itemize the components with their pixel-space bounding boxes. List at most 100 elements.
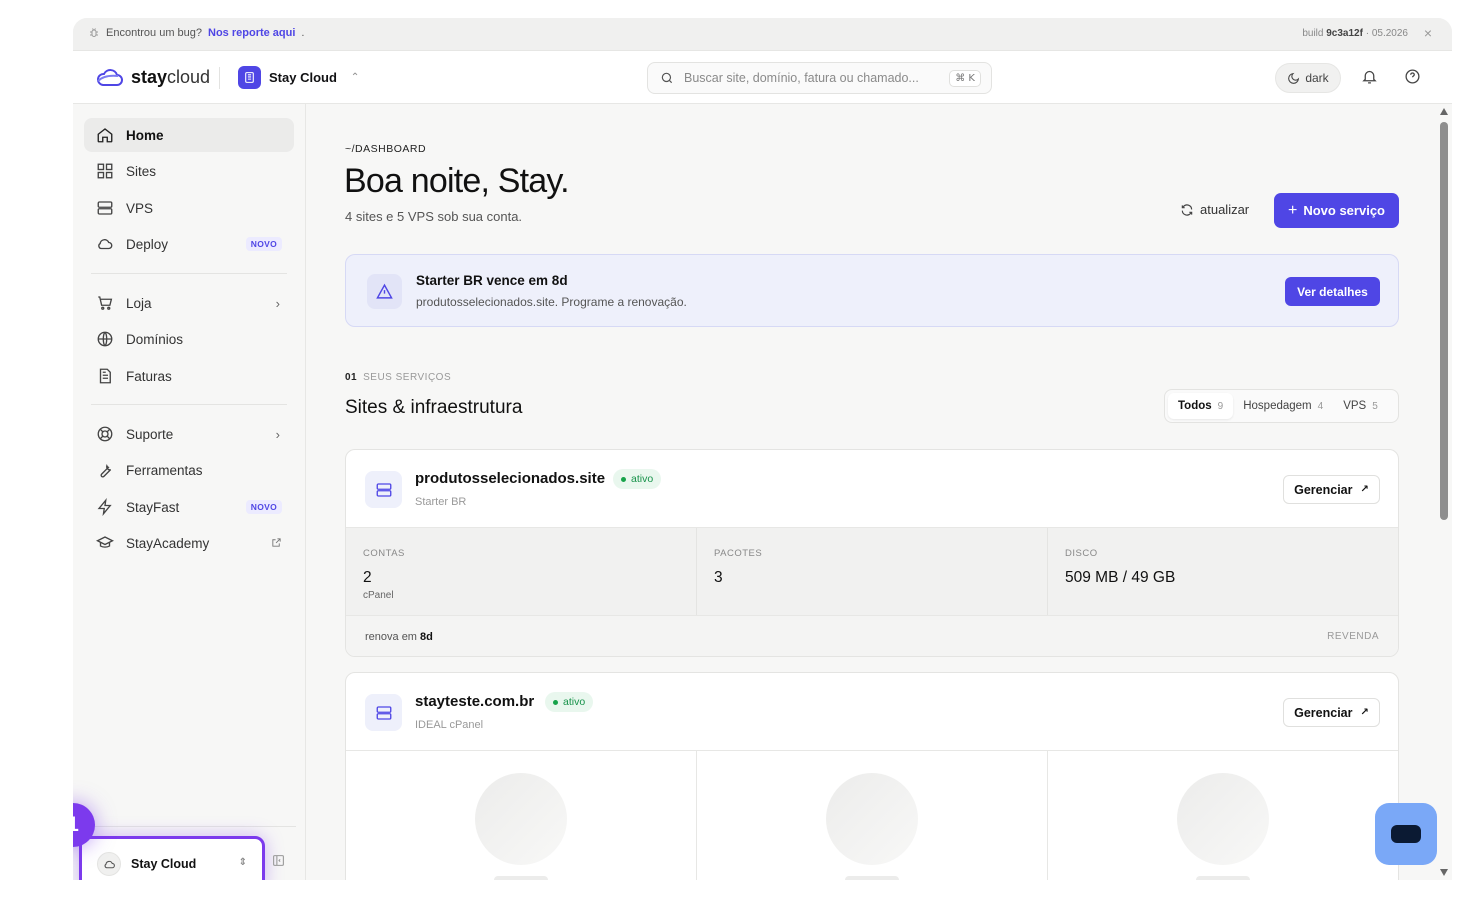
view-details-button[interactable]: Ver detalhes bbox=[1285, 277, 1380, 306]
sidebar-item-label: Loja bbox=[126, 295, 152, 311]
main-scrollbar[interactable] bbox=[1437, 108, 1451, 880]
account-summary: 4 sites e 5 VPS sob sua conta. bbox=[345, 209, 523, 224]
new-service-label: Novo serviço bbox=[1303, 203, 1385, 218]
build-date: · 05.2026 bbox=[1365, 28, 1408, 39]
skeleton-placeholder bbox=[346, 751, 697, 880]
sidebar-item-sites[interactable]: Sites bbox=[84, 154, 294, 188]
stat-label: DISCO bbox=[1065, 548, 1098, 559]
filter-count: 5 bbox=[1372, 400, 1378, 412]
org-switcher-label: Stay Cloud bbox=[131, 857, 197, 871]
stat-value: 509 MB / 49 GB bbox=[1065, 569, 1176, 586]
skeleton-placeholder bbox=[1048, 751, 1398, 880]
sidebar-item-stayfast[interactable]: StayFast NOVO bbox=[84, 490, 294, 524]
stat-contas: CONTAS 2 cPanel bbox=[346, 528, 697, 615]
service-card: produtosselecionados.site ativo Starter … bbox=[345, 449, 1399, 657]
manage-label: Gerenciar bbox=[1294, 705, 1353, 720]
new-badge: NOVO bbox=[245, 237, 282, 251]
stat-note: cPanel bbox=[363, 590, 394, 601]
section-kicker-text: SEUS SERVIÇOS bbox=[363, 372, 452, 383]
chevron-updown-icon: ⇕ bbox=[238, 857, 247, 868]
help-icon[interactable] bbox=[1404, 68, 1421, 85]
filter-tab-vps[interactable]: VPS 5 bbox=[1333, 393, 1388, 419]
sidebar-item-deploy[interactable]: Deploy NOVO bbox=[84, 227, 294, 261]
service-name[interactable]: stayteste.com.br bbox=[415, 693, 534, 710]
org-switcher-button[interactable]: Stay Cloud ⇕ bbox=[89, 845, 255, 880]
sidebar-item-label: Suporte bbox=[126, 426, 174, 442]
grid-icon bbox=[97, 163, 113, 179]
invoice-icon bbox=[99, 368, 111, 384]
service-card-footer: renova em 8d REVENDA bbox=[346, 615, 1398, 656]
service-type: REVENDA bbox=[1327, 631, 1379, 642]
chevron-updown-icon: ⌃ bbox=[350, 72, 360, 83]
service-stats: CONTAS 2 cPanel PACOTES 3 DISCO 509 MB /… bbox=[346, 528, 1398, 615]
stat-disco: DISCO 509 MB / 49 GB bbox=[1048, 528, 1398, 615]
filter-label: VPS bbox=[1343, 400, 1367, 412]
bell-icon[interactable] bbox=[1361, 68, 1378, 85]
sidebar-item-suporte[interactable]: Suporte › bbox=[84, 417, 294, 451]
breadcrumb: ~/DASHBOARD bbox=[345, 143, 427, 155]
app-window: Encontrou um bug? Nos reporte aqui . bui… bbox=[73, 18, 1452, 880]
service-name[interactable]: produtosselecionados.site bbox=[415, 470, 605, 487]
manage-button[interactable]: Gerenciar ↗ bbox=[1283, 698, 1380, 727]
status-badge: ativo bbox=[545, 692, 594, 712]
bug-report-link[interactable]: Nos reporte aqui bbox=[208, 27, 295, 39]
collapse-sidebar-icon[interactable] bbox=[272, 854, 285, 867]
service-card-header: produtosselecionados.site ativo Starter … bbox=[346, 450, 1398, 528]
scroll-up-arrow-icon[interactable] bbox=[1440, 108, 1448, 115]
filter-label: Hospedagem bbox=[1243, 400, 1312, 412]
alert-text: produtosselecionados.site. Programe a re… bbox=[416, 295, 687, 309]
filter-count: 4 bbox=[1317, 400, 1324, 412]
sidebar-item-dominios[interactable]: Domínios bbox=[84, 322, 294, 356]
status-label: ativo bbox=[631, 473, 654, 485]
moon-icon bbox=[1288, 72, 1300, 84]
renewal-alert: Starter BR vence em 8d produtosseleciona… bbox=[345, 254, 1399, 327]
filter-tab-todos[interactable]: Todos 9 bbox=[1168, 393, 1234, 419]
bug-report-banner: Encontrou um bug? Nos reporte aqui . bui… bbox=[73, 18, 1452, 51]
status-label: ativo bbox=[563, 696, 586, 708]
org-switcher-highlight: Stay Cloud ⇕ bbox=[79, 836, 265, 880]
logo-text-bold: stay bbox=[131, 67, 168, 87]
service-card: stayteste.com.br ativo IDEAL cPanel Gere… bbox=[345, 672, 1399, 880]
sidebar-divider bbox=[91, 404, 287, 405]
org-selector[interactable]: Stay Cloud ⌃ bbox=[238, 66, 359, 89]
sidebar-item-ferramentas[interactable]: Ferramentas bbox=[84, 453, 294, 487]
org-badge-icon bbox=[238, 66, 261, 89]
section-title: Sites & infraestrutura bbox=[345, 397, 523, 418]
theme-toggle-button[interactable]: dark bbox=[1275, 63, 1341, 93]
cloud-logo-icon bbox=[97, 68, 123, 86]
sidebar-item-faturas[interactable]: Faturas bbox=[84, 359, 294, 393]
scroll-down-arrow-icon[interactable] bbox=[1440, 869, 1448, 876]
filter-tab-hospedagem[interactable]: Hospedagem 4 bbox=[1233, 393, 1333, 419]
sidebar-item-loja[interactable]: Loja › bbox=[84, 286, 294, 320]
section-kicker: 01 SEUS SERVIÇOS bbox=[345, 372, 451, 383]
sidebar-item-stayacademy[interactable]: StayAcademy bbox=[84, 526, 294, 560]
service-plan: Starter BR bbox=[415, 496, 467, 508]
banner-close-button[interactable]: × bbox=[1424, 25, 1432, 41]
sidebar-bottom-divider bbox=[84, 826, 296, 827]
server-icon bbox=[97, 201, 113, 215]
sidebar-item-label: StayAcademy bbox=[126, 535, 210, 551]
sidebar-item-vps[interactable]: VPS bbox=[84, 191, 294, 225]
sidebar: Home Sites VPS Deploy NOVO Loja › Domíni… bbox=[73, 104, 306, 880]
manage-button[interactable]: Gerenciar ↗ bbox=[1283, 475, 1380, 504]
renewal-prefix: renova em bbox=[365, 631, 417, 643]
theme-label: dark bbox=[1305, 71, 1329, 85]
stat-label: PACOTES bbox=[714, 548, 763, 559]
scrollbar-thumb[interactable] bbox=[1440, 122, 1448, 520]
new-service-button[interactable]: + Novo serviço bbox=[1274, 193, 1399, 228]
stat-value: 2 bbox=[363, 569, 372, 586]
refresh-button[interactable]: atualizar bbox=[1180, 202, 1249, 217]
filter-label: Todos bbox=[1178, 400, 1212, 412]
status-badge: ativo bbox=[613, 469, 662, 489]
external-link-icon bbox=[271, 537, 282, 548]
sidebar-item-label: Faturas bbox=[126, 368, 172, 384]
search-shortcut: ⌘ K bbox=[949, 69, 981, 87]
staycloud-logo[interactable]: staycloud bbox=[95, 67, 210, 88]
build-info: build 9c3a12f · 05.2026 bbox=[1302, 28, 1408, 39]
chat-widget-button[interactable] bbox=[1375, 803, 1437, 865]
chat-bubble-icon bbox=[1391, 825, 1421, 843]
sidebar-item-home[interactable]: Home bbox=[84, 118, 294, 152]
search-input[interactable]: Buscar site, domínio, fatura ou chamado.… bbox=[647, 62, 992, 94]
service-filter-tabs: Todos 9 Hospedagem 4 VPS 5 bbox=[1164, 389, 1399, 423]
service-card-header: stayteste.com.br ativo IDEAL cPanel Gere… bbox=[346, 673, 1398, 751]
